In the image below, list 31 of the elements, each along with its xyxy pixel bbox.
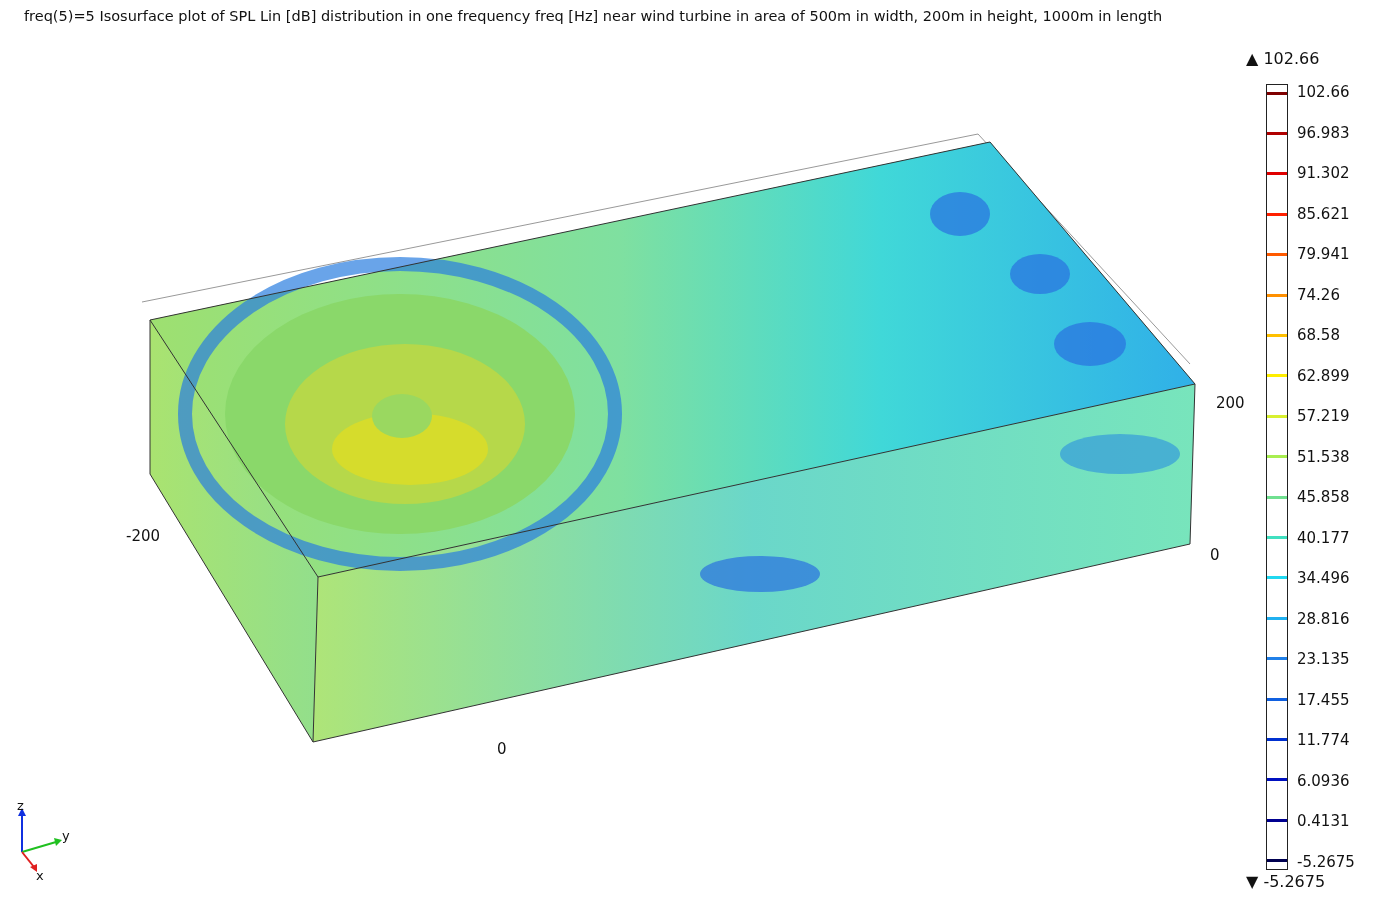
- legend-label: 96.983: [1297, 124, 1351, 141]
- axis-tick-label: 0: [497, 740, 507, 758]
- legend-label: 102.66: [1297, 84, 1351, 100]
- triad-label: y: [62, 828, 70, 843]
- legend-label: 34.496: [1297, 570, 1351, 587]
- legend-label: 0.4131: [1297, 813, 1351, 830]
- legend-label: 28.816: [1297, 610, 1351, 627]
- legend-label: -5.2675: [1297, 853, 1355, 870]
- legend-label: 23.135: [1297, 651, 1351, 668]
- legend-label: 11.774: [1297, 732, 1351, 749]
- min-value-label: ▼ -5.2675: [1246, 872, 1327, 891]
- triad-label: z: [17, 798, 24, 813]
- legend-label: 40.177: [1297, 529, 1351, 546]
- triad-label: x: [36, 868, 44, 883]
- legend-label: 17.455: [1297, 691, 1351, 708]
- axis-tick-label: 0: [1210, 546, 1220, 564]
- legend-label: 79.941: [1297, 246, 1351, 263]
- legend-label: 91.302: [1297, 165, 1351, 182]
- max-value-label: ▲ 102.66: [1246, 49, 1321, 68]
- legend-label: 6.0936: [1297, 772, 1351, 789]
- plot-title: freq(5)=5 Isosurface plot of SPL Lin [dB] distribution in one frequency freq [Hz] near wind turbine in area of 500m in width, 200m in height, 1000m in length: [23, 7, 1164, 24]
- axis-tick-label: 200: [1216, 394, 1245, 412]
- axis-tick-label: -200: [126, 527, 161, 545]
- legend-label: 51.538: [1297, 448, 1351, 465]
- legend-label: 57.219: [1297, 408, 1351, 425]
- legend-label: 62.899: [1297, 367, 1351, 384]
- legend-label: 74.26: [1297, 286, 1341, 303]
- legend-label: 85.621: [1297, 205, 1351, 222]
- legend-label: 68.58: [1297, 327, 1341, 344]
- axis-triad-icon: [18, 808, 62, 872]
- legend-label: 45.858: [1297, 489, 1351, 506]
